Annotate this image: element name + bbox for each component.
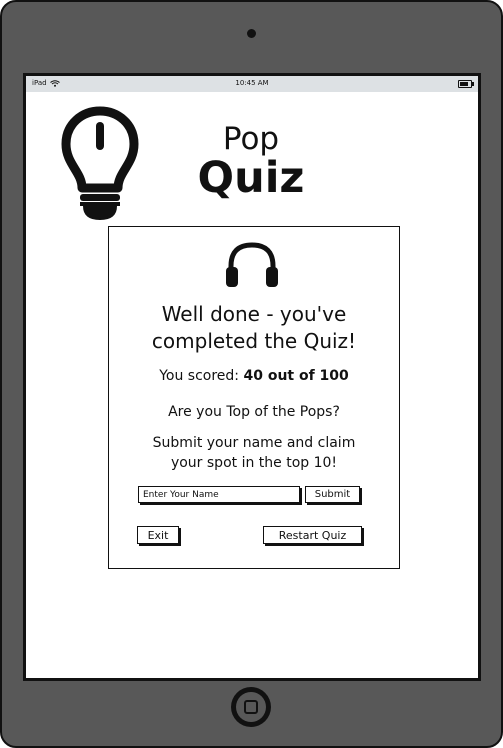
- exit-button[interactable]: Exit: [137, 526, 179, 544]
- screen: iPad 10:45 AM Pop Quiz Well done - you'v…: [23, 73, 481, 681]
- lightbulb-icon: [61, 106, 139, 220]
- restart-quiz-button[interactable]: Restart Quiz: [263, 526, 362, 544]
- top-of-pops-question: Are you Top of the Pops?: [168, 404, 340, 420]
- name-input[interactable]: [138, 486, 300, 503]
- headphones-icon: [226, 242, 278, 287]
- title-quiz: Quiz: [197, 153, 305, 203]
- heading-line-1: Well done - you've: [161, 302, 347, 326]
- score-value: 40 out of 100: [243, 368, 349, 384]
- battery-icon: [458, 80, 474, 88]
- prompt-line-1: Submit your name and claim: [152, 435, 356, 451]
- score-text: You scored: 40 out of 100: [109, 368, 399, 384]
- completion-heading: Well done - you've completed the Quiz!: [109, 301, 399, 355]
- title-pop: Pop: [222, 121, 280, 157]
- heading-line-2: completed the Quiz!: [151, 329, 357, 353]
- tablet-frame: iPad 10:45 AM Pop Quiz Well done - you'v…: [0, 0, 503, 748]
- camera: [247, 29, 256, 38]
- home-button[interactable]: [231, 687, 271, 727]
- prompt-line-2: your spot in the top 10!: [170, 455, 338, 471]
- status-bar: iPad 10:45 AM: [26, 76, 478, 92]
- app-title: Pop Quiz: [191, 124, 311, 200]
- submit-prompt: Submit your name and claim your spot in …: [109, 433, 399, 473]
- status-time: 10:45 AM: [235, 79, 269, 87]
- score-prefix: You scored:: [159, 368, 244, 384]
- submit-button[interactable]: Submit: [305, 486, 360, 503]
- result-card: Well done - you've completed the Quiz! Y…: [108, 226, 400, 569]
